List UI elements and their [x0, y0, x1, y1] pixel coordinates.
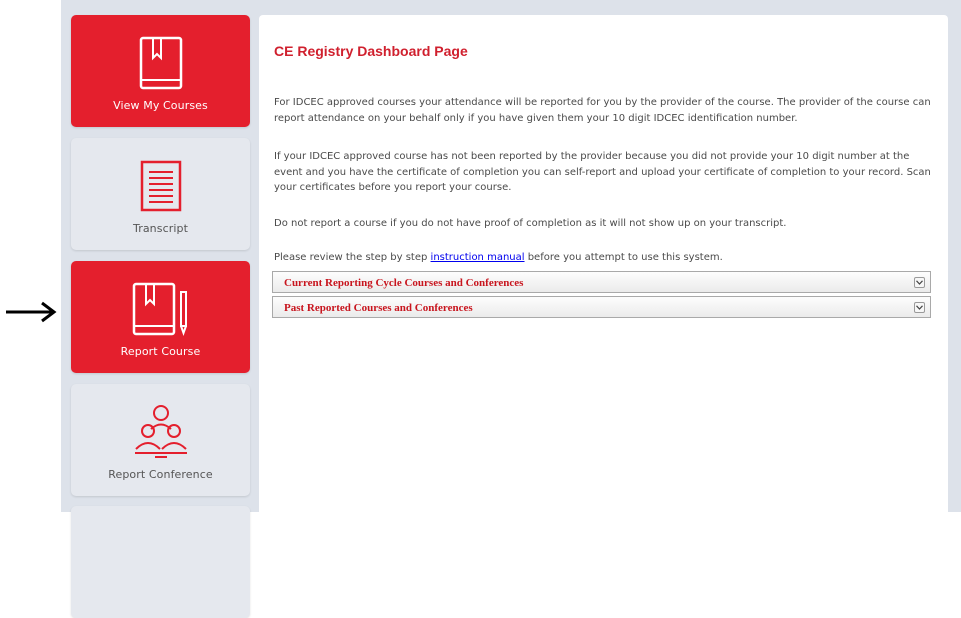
chevron-down-icon[interactable] — [914, 302, 925, 313]
intro-paragraph: For IDCEC approved courses your attendan… — [274, 97, 931, 124]
right-arrow-icon — [6, 301, 57, 323]
chevron-down-icon[interactable] — [914, 277, 925, 288]
instruction-manual-link[interactable]: instruction manual — [431, 252, 525, 263]
tile-label: View My Courses — [113, 99, 208, 112]
transcript-tile[interactable]: Transcript — [71, 138, 250, 250]
review-text: Please review the step by step — [274, 252, 431, 263]
sidebar-tile-partial[interactable] — [71, 506, 250, 618]
tile-label: Transcript — [133, 222, 188, 235]
tile-label: Report Course — [120, 345, 201, 358]
accordion-title: Past Reported Courses and Conferences — [284, 302, 473, 314]
book-icon — [71, 33, 250, 93]
view-my-courses-tile[interactable]: View My Courses — [71, 15, 250, 127]
accordion-title: Current Reporting Cycle Courses and Conf… — [284, 277, 524, 289]
report-conference-tile[interactable]: Report Conference — [71, 384, 250, 496]
book-pencil-icon — [71, 279, 250, 339]
main-panel: CE Registry Dashboard Page For IDCEC app… — [259, 15, 948, 512]
page-title: CE Registry Dashboard Page — [274, 43, 468, 59]
tile-label: Report Conference — [108, 468, 213, 481]
report-course-tile[interactable]: Report Course — [71, 261, 250, 373]
review-paragraph: Please review the step by step instructi… — [274, 250, 939, 266]
document-icon — [71, 156, 250, 216]
people-group-icon — [71, 402, 250, 462]
review-text: before you attempt to use this system. — [524, 252, 723, 263]
current-cycle-accordion[interactable]: Current Reporting Cycle Courses and Conf… — [272, 271, 931, 293]
self-report-paragraph: If your IDCEC approved course has not be… — [274, 151, 931, 193]
proof-paragraph: Do not report a course if you do not hav… — [274, 218, 787, 229]
past-reported-accordion[interactable]: Past Reported Courses and Conferences — [272, 296, 931, 318]
